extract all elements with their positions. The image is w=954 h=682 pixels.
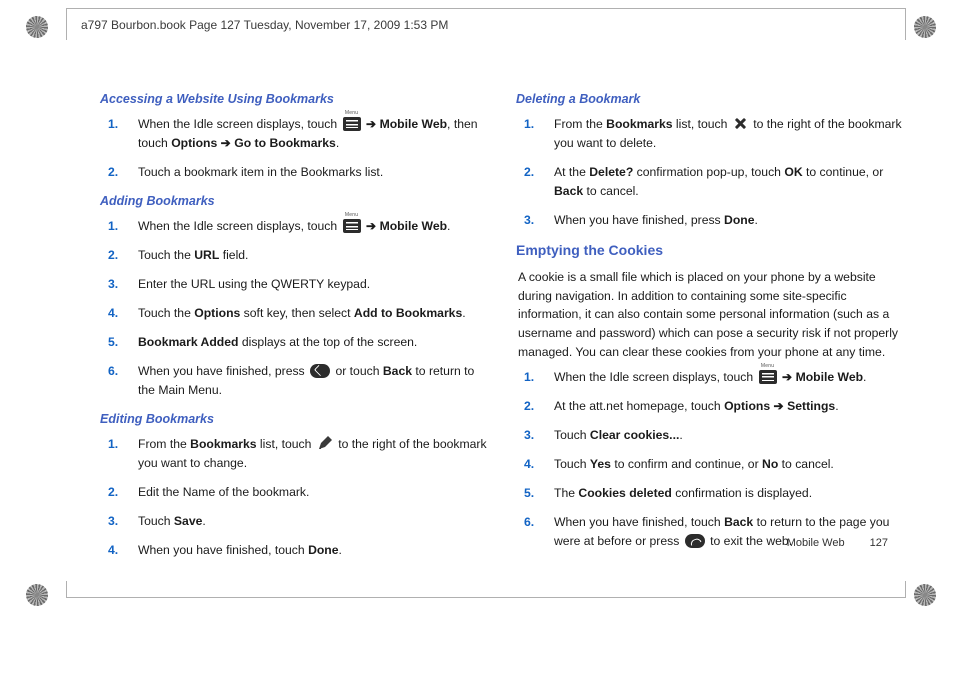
crop-mark-ornament bbox=[26, 584, 48, 606]
page-body: Accessing a Website Using Bookmarks When… bbox=[100, 86, 904, 572]
step: The Cookies deleted confirmation is disp… bbox=[546, 484, 904, 503]
step: Edit the Name of the bookmark. bbox=[130, 483, 488, 502]
framemaker-header-text: a797 Bourbon.book Page 127 Tuesday, Nove… bbox=[81, 18, 448, 32]
right-column: Deleting a Bookmark From the Bookmarks l… bbox=[516, 86, 904, 572]
crop-mark-ornament bbox=[914, 16, 936, 38]
menu-icon: Menu bbox=[343, 219, 361, 233]
pencil-icon bbox=[317, 435, 333, 451]
steps-editing: From the Bookmarks list, touch to the ri… bbox=[100, 435, 488, 560]
framemaker-header: a797 Bourbon.book Page 127 Tuesday, Nove… bbox=[66, 8, 906, 40]
step: Enter the URL using the QWERTY keypad. bbox=[130, 275, 488, 294]
subheading-adding: Adding Bookmarks bbox=[100, 192, 488, 211]
step: Touch the Options soft key, then select … bbox=[130, 304, 488, 323]
section-heading-cookies: Emptying the Cookies bbox=[516, 240, 904, 262]
step: When you have finished, touch Done. bbox=[130, 541, 488, 560]
subheading-editing: Editing Bookmarks bbox=[100, 410, 488, 429]
step: Bookmark Added displays at the top of th… bbox=[130, 333, 488, 352]
footer-page-number: 127 bbox=[870, 537, 888, 549]
crop-mark-ornament bbox=[914, 584, 936, 606]
delete-x-icon bbox=[733, 116, 748, 131]
step: Touch the URL field. bbox=[130, 246, 488, 265]
subheading-deleting: Deleting a Bookmark bbox=[516, 90, 904, 109]
steps-cookies: When the Idle screen displays, touch Men… bbox=[516, 368, 904, 550]
step: Touch Yes to confirm and continue, or No… bbox=[546, 455, 904, 474]
step: When the Idle screen displays, touch Men… bbox=[130, 217, 488, 236]
step: From the Bookmarks list, touch to the ri… bbox=[546, 115, 904, 153]
step: When you have finished, press Done. bbox=[546, 211, 904, 230]
steps-deleting: From the Bookmarks list, touch to the ri… bbox=[516, 115, 904, 230]
subheading-accessing: Accessing a Website Using Bookmarks bbox=[100, 90, 488, 109]
menu-icon: Menu bbox=[343, 117, 361, 131]
framemaker-footer-frame bbox=[66, 581, 906, 598]
step: When the Idle screen displays, touch Men… bbox=[546, 368, 904, 387]
footer-section: Mobile Web bbox=[787, 537, 845, 549]
step: At the Delete? confirmation pop-up, touc… bbox=[546, 163, 904, 201]
step: At the att.net homepage, touch Options ➔… bbox=[546, 397, 904, 416]
page-footer: Mobile Web 127 bbox=[787, 535, 888, 552]
end-call-key-icon bbox=[685, 534, 705, 548]
step: When the Idle screen displays, touch Men… bbox=[130, 115, 488, 153]
step: From the Bookmarks list, touch to the ri… bbox=[130, 435, 488, 473]
left-column: Accessing a Website Using Bookmarks When… bbox=[100, 86, 488, 572]
menu-icon: Menu bbox=[759, 370, 777, 384]
crop-mark-ornament bbox=[26, 16, 48, 38]
step: Touch Save. bbox=[130, 512, 488, 531]
steps-adding: When the Idle screen displays, touch Men… bbox=[100, 217, 488, 399]
step: When you have finished, press or touch B… bbox=[130, 362, 488, 400]
steps-accessing: When the Idle screen displays, touch Men… bbox=[100, 115, 488, 182]
back-key-icon bbox=[310, 364, 330, 378]
step: Touch a bookmark item in the Bookmarks l… bbox=[130, 163, 488, 182]
cookies-intro: A cookie is a small file which is placed… bbox=[516, 268, 904, 363]
step: Touch Clear cookies.... bbox=[546, 426, 904, 445]
